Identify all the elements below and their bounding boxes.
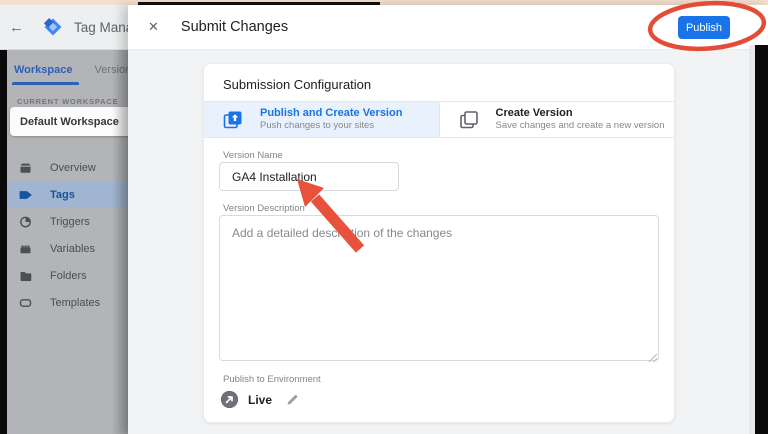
- variables-icon: [18, 242, 34, 256]
- workspace-selector[interactable]: Default Workspace: [10, 107, 128, 136]
- environment-name: Live: [248, 393, 272, 407]
- tag-manager-logo-icon[interactable]: [40, 14, 66, 40]
- sidebar-item-tags[interactable]: Tags: [7, 181, 128, 208]
- sidebar-item-folders[interactable]: Folders: [7, 262, 128, 289]
- sidebar-item-triggers[interactable]: Triggers: [7, 208, 128, 235]
- sidebar-tabs: Workspace Versions: [7, 50, 128, 85]
- sidebar-item-label: Overview: [50, 162, 96, 174]
- version-description-textarea[interactable]: [219, 215, 659, 361]
- sidebar-item-label: Folders: [50, 270, 87, 282]
- dialog-header: ✕ Submit Changes Publish: [128, 5, 768, 50]
- sidebar-item-overview[interactable]: Overview: [7, 154, 128, 181]
- option-create-version[interactable]: Create Version Save changes and create a…: [439, 102, 675, 137]
- card-heading: Submission Configuration: [204, 64, 674, 92]
- option-title: Publish and Create Version: [260, 107, 402, 120]
- sidebar-item-label: Tags: [50, 189, 75, 201]
- frame-left-edge: [0, 50, 7, 434]
- app-title: Tag Manager: [74, 20, 128, 35]
- back-icon[interactable]: ←: [9, 20, 24, 35]
- close-icon[interactable]: ✕: [148, 19, 159, 35]
- workspace-name: Default Workspace: [20, 116, 119, 128]
- submission-type-options: Publish and Create Version Push changes …: [204, 101, 674, 138]
- option-subtitle: Push changes to your sites: [260, 120, 402, 132]
- current-workspace-label: CURRENT WORKSPACE: [17, 97, 128, 106]
- submit-changes-dialog: ✕ Submit Changes Publish Submission Conf…: [128, 5, 768, 434]
- sidebar: Workspace Versions CURRENT WORKSPACE Def…: [7, 50, 128, 434]
- tab-workspace[interactable]: Workspace: [14, 64, 73, 85]
- gtm-header: ← Tag Manager: [0, 5, 128, 50]
- tab-versions[interactable]: Versions: [95, 64, 129, 85]
- live-environment-icon: [220, 390, 239, 409]
- option-subtitle: Save changes and create a new version: [496, 120, 665, 132]
- resize-handle[interactable]: [648, 350, 658, 360]
- publish-version-icon: [223, 110, 243, 130]
- environment-row: Live: [220, 390, 299, 409]
- submission-configuration-card: Submission Configuration Publish and Cre…: [203, 63, 675, 423]
- version-name-label: Version Name: [223, 150, 283, 161]
- sidebar-item-templates[interactable]: Templates: [7, 289, 128, 316]
- option-title: Create Version: [496, 107, 665, 120]
- create-version-icon: [459, 110, 479, 130]
- screenshot-root: ← Tag Manager Workspace Versions CURRENT…: [0, 0, 768, 434]
- edit-environment-icon[interactable]: [286, 393, 299, 406]
- tag-icon: [18, 188, 34, 202]
- option-publish-and-create-version[interactable]: Publish and Create Version Push changes …: [204, 102, 439, 137]
- sidebar-item-label: Templates: [50, 297, 100, 309]
- trigger-icon: [18, 215, 34, 229]
- version-name-input[interactable]: [219, 162, 399, 191]
- folder-icon: [18, 269, 34, 283]
- overview-icon: [18, 161, 34, 175]
- version-description-label: Version Description: [223, 203, 305, 214]
- publish-button[interactable]: Publish: [678, 16, 730, 39]
- dialog-title: Submit Changes: [181, 19, 288, 35]
- sidebar-menu: Overview Tags Triggers Variables: [7, 154, 128, 316]
- sidebar-item-variables[interactable]: Variables: [7, 235, 128, 262]
- sidebar-item-label: Triggers: [50, 216, 90, 228]
- sidebar-item-label: Variables: [50, 243, 95, 255]
- template-icon: [18, 296, 34, 310]
- frame-right-edge: [755, 45, 768, 434]
- publish-to-environment-label: Publish to Environment: [223, 374, 321, 385]
